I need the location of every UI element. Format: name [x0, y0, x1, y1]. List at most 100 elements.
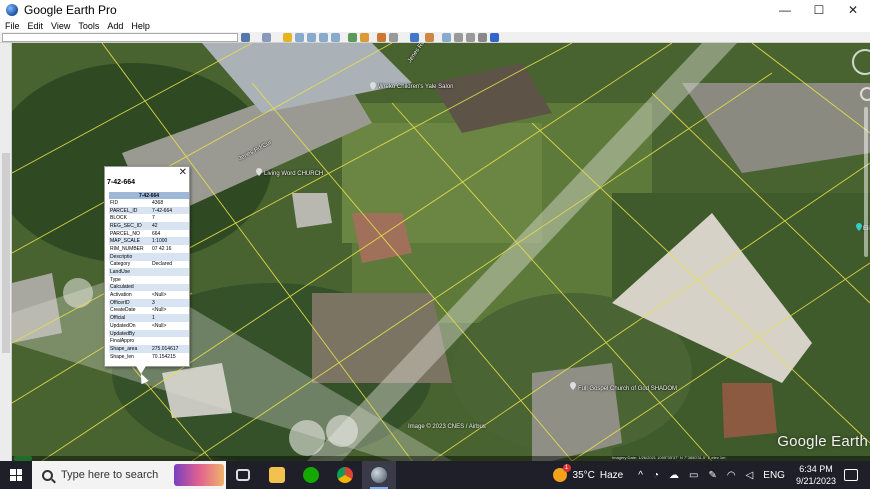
table-row: Descriptio	[109, 252, 189, 261]
clock-time: 6:34 PM	[799, 464, 833, 474]
attribute-key: Type	[110, 276, 121, 283]
table-row: FID 4368	[109, 199, 189, 207]
attribute-value	[151, 252, 189, 261]
table-row: Shape_len 70.154215	[109, 353, 189, 361]
attribute-key: REG_SEC_ID	[109, 222, 151, 230]
balloon-close-button[interactable]: ✕	[179, 167, 187, 178]
task-view-button[interactable]	[226, 461, 260, 489]
menu-help[interactable]: Help	[128, 21, 153, 31]
attribute-key: CreateDate	[110, 307, 136, 314]
taskbar-search-box[interactable]: Type here to search	[32, 461, 226, 489]
title-bar: Google Earth Pro — ☐ ✕	[0, 0, 870, 20]
attribute-value: 42	[151, 222, 189, 230]
ruler-tool-icon[interactable]	[425, 32, 434, 42]
close-button[interactable]: ✕	[836, 0, 870, 20]
attribute-key: OfficerID	[109, 298, 151, 307]
weather-badge: 1	[562, 464, 571, 472]
table-row: FinalAppro	[109, 337, 189, 345]
historical-imagery-icon[interactable]	[348, 32, 357, 42]
table-row: Category Declared	[109, 261, 189, 269]
attribute-value	[151, 337, 189, 345]
table-row: UpdatedOn <Null>	[109, 322, 189, 330]
place-pin-icon[interactable]	[370, 82, 376, 90]
minimize-button[interactable]: —	[768, 0, 802, 20]
view-in-maps-icon[interactable]	[478, 32, 487, 42]
network-icon[interactable]: ◔	[653, 470, 659, 481]
menu-tools[interactable]: Tools	[75, 21, 102, 31]
weather-widget[interactable]: 1 35°C Haze	[552, 464, 623, 482]
table-row: REG_SEC_ID 42	[109, 222, 189, 230]
chrome-button[interactable]	[328, 461, 362, 489]
windows-logo-icon	[10, 469, 22, 481]
menu-file[interactable]: File	[2, 21, 23, 31]
sidebar-toggle-icon[interactable]	[262, 32, 271, 42]
attribute-key: BLOCK	[110, 215, 127, 222]
divider-icon	[410, 32, 419, 42]
attribute-value: <Null>	[152, 292, 167, 299]
upwork-icon	[303, 467, 319, 483]
image-overlay-icon[interactable]	[319, 32, 328, 42]
google-earth-taskbar-button[interactable]	[362, 461, 396, 489]
search-input[interactable]	[2, 32, 238, 42]
notification-icon[interactable]	[844, 469, 858, 481]
placemark-icon[interactable]	[283, 32, 292, 42]
email-icon[interactable]	[442, 32, 451, 42]
path-icon[interactable]	[307, 32, 316, 42]
parcel-info-balloon: ✕ 7-42-664 7-42-664 FID 4368 PARCEL_ID 7-42…	[104, 166, 190, 367]
attribute-value: 3	[151, 298, 189, 307]
folder-icon	[269, 467, 285, 483]
move-navigation-control[interactable]	[860, 87, 870, 101]
table-row: MAP_SCALE 1:1000	[109, 237, 189, 246]
sunlight-icon[interactable]	[360, 32, 369, 42]
clock[interactable]: 6:34 PM 9/21/2023	[796, 463, 836, 487]
attribute-value: <Null>	[152, 307, 167, 314]
chevron-up-icon[interactable]: ^	[638, 470, 643, 481]
attribute-value: <Null>	[152, 322, 167, 329]
pen-icon[interactable]: ✎	[708, 470, 716, 481]
speaker-icon[interactable]: ◁	[746, 470, 754, 481]
language-indicator[interactable]: ENG	[763, 470, 785, 481]
table-row: Official 1	[109, 314, 189, 322]
print-icon[interactable]	[454, 32, 463, 42]
sidebar-collapsed[interactable]	[0, 43, 12, 461]
planets-icon[interactable]	[377, 32, 386, 42]
cloud-icon[interactable]: ☁	[669, 470, 679, 481]
attribute-value: 275.014617	[151, 345, 189, 353]
table-header: 7-42-664	[109, 192, 189, 199]
battery-icon[interactable]: ▭	[689, 470, 698, 481]
attribute-key: Official	[109, 314, 151, 322]
balloon-title: 7-42-664	[107, 179, 136, 186]
place-pin-icon[interactable]	[570, 382, 576, 390]
polygon-icon[interactable]	[295, 32, 304, 42]
menu-add[interactable]: Add	[104, 21, 126, 31]
attribute-value: 4368	[152, 199, 164, 206]
attribute-key: Activation	[110, 292, 132, 299]
zoom-slider[interactable]	[864, 107, 868, 257]
table-row: OfficerID 3	[109, 298, 189, 307]
attribute-key: RIM_NUMBER	[110, 245, 144, 252]
sidebar-scrollbar[interactable]	[2, 153, 10, 353]
toolbar	[0, 32, 870, 43]
place-label: Full Gospel Church of God SHADOM	[578, 386, 678, 392]
wifi-icon[interactable]: ◠	[727, 470, 736, 481]
record-tour-icon[interactable]	[331, 32, 340, 42]
place-pin-icon[interactable]	[256, 168, 262, 176]
attribute-key: UpdatedBy	[109, 329, 151, 338]
place-label: Living Word CHURCH	[264, 171, 324, 177]
menu-view[interactable]: View	[48, 21, 73, 31]
attribute-value	[151, 276, 189, 284]
start-button[interactable]	[0, 461, 32, 489]
status-text: Imagery Date: 1/26/2021 1095°05'37" N 7°…	[612, 455, 726, 460]
place-pin-icon[interactable]	[856, 223, 862, 231]
search-icon[interactable]	[241, 32, 250, 42]
maximize-button[interactable]: ☐	[802, 0, 836, 20]
earth-icon[interactable]	[490, 32, 499, 42]
upwork-button[interactable]	[294, 461, 328, 489]
file-explorer-button[interactable]	[260, 461, 294, 489]
table-row: PARCEL_NO 664	[109, 230, 189, 238]
ruler-icon[interactable]	[389, 32, 398, 42]
menu-edit[interactable]: Edit	[25, 21, 47, 31]
attribute-key: Category	[110, 261, 131, 268]
save-image-icon[interactable]	[466, 32, 475, 42]
table-row: UpdatedBy	[109, 329, 189, 338]
